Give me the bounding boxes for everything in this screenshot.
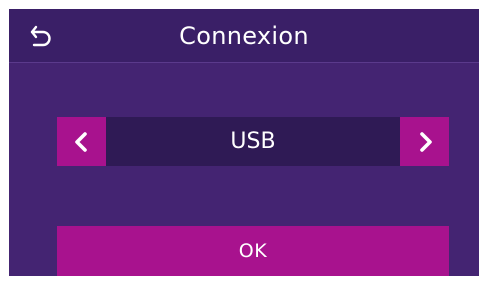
- ok-button[interactable]: OK: [57, 226, 449, 276]
- chevron-left-icon: [75, 132, 87, 152]
- connection-selector: USB: [57, 117, 449, 166]
- next-option-button[interactable]: [400, 117, 449, 166]
- screen: Connexion USB OK: [9, 9, 479, 276]
- previous-option-button[interactable]: [57, 117, 106, 166]
- back-arrow-icon[interactable]: [29, 23, 55, 49]
- chevron-right-icon: [420, 132, 432, 152]
- connection-value: USB: [230, 129, 276, 154]
- page-title: Connexion: [179, 22, 309, 50]
- header-bar: Connexion: [9, 9, 479, 63]
